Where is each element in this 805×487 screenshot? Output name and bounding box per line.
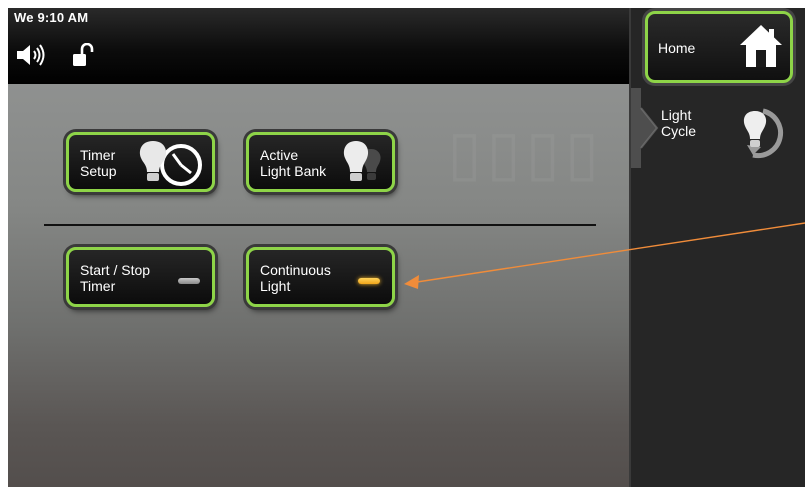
annotation-arrow [404, 222, 805, 289]
